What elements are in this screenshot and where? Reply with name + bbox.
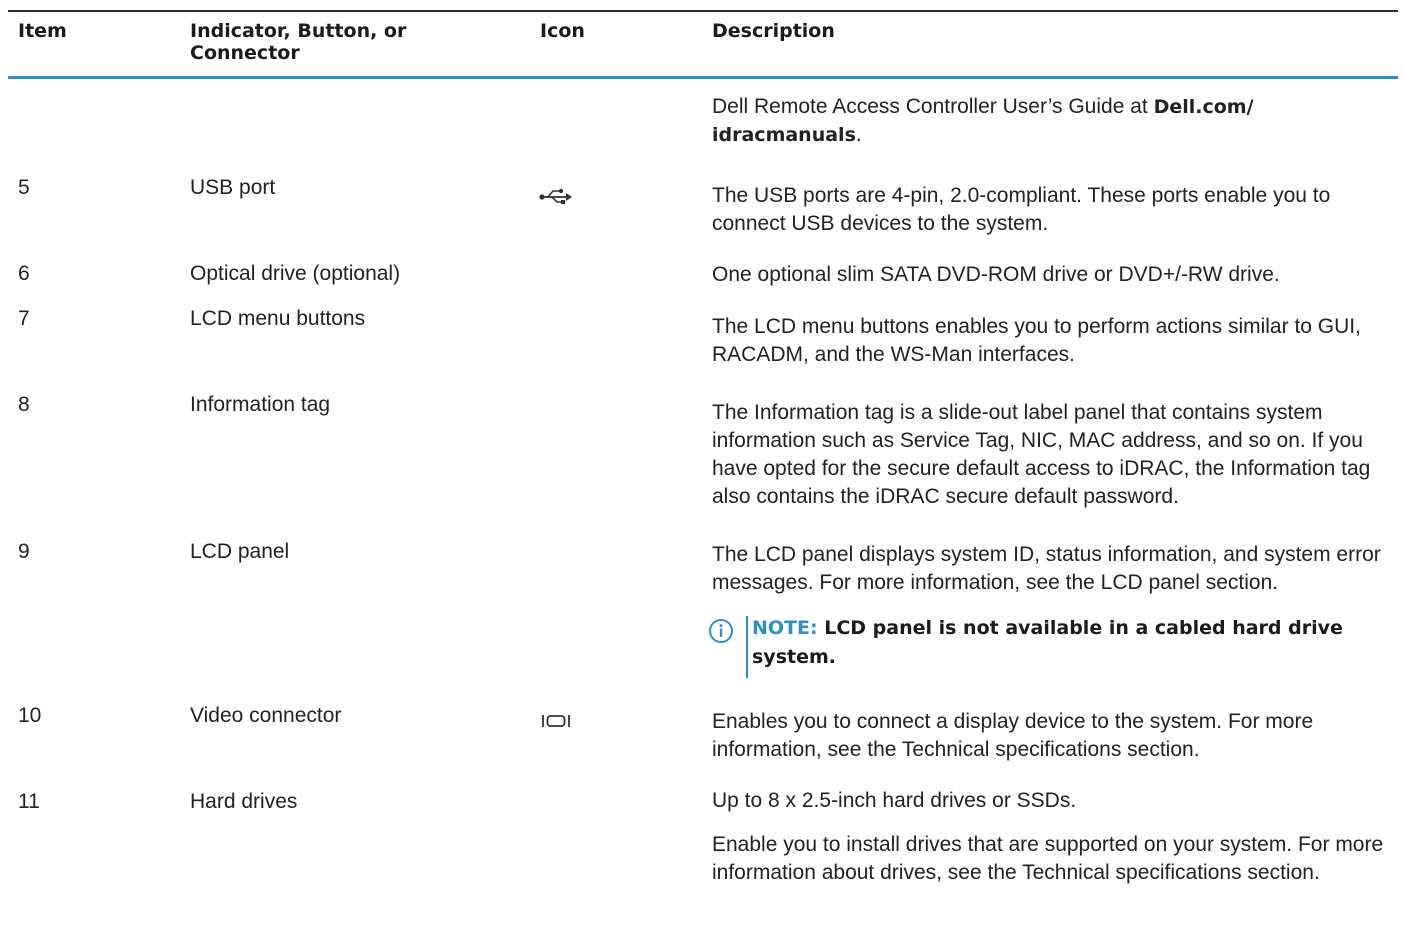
row-component-name: Hard drives bbox=[190, 790, 298, 813]
row-description: The LCD panel displays system ID, status… bbox=[712, 543, 1381, 594]
video-connector-icon bbox=[541, 712, 571, 735]
row-description: The LCD menu buttons enables you to perf… bbox=[712, 315, 1361, 366]
row-component-name: LCD menu buttons bbox=[190, 307, 366, 330]
column-header-icon: Icon bbox=[540, 20, 585, 42]
note-label: NOTE: bbox=[752, 617, 818, 639]
row-item-number: 6 bbox=[18, 262, 30, 285]
row-item-number: 5 bbox=[18, 176, 30, 199]
row-component-name: LCD panel bbox=[190, 540, 290, 563]
row-item-number: 10 bbox=[18, 704, 42, 727]
row-component-name: Video connector bbox=[190, 704, 342, 727]
continuation-description: Dell Remote Access Controller User’s Gui… bbox=[712, 95, 1254, 146]
row-item-number: 11 bbox=[18, 790, 40, 813]
row-description: Enable you to install drives that are su… bbox=[712, 833, 1384, 884]
note-bar bbox=[746, 616, 748, 678]
note-text: NOTE: LCD panel is not available in a ca… bbox=[752, 617, 1343, 668]
row-description: The USB ports are 4-pin, 2.0-compliant. … bbox=[712, 184, 1331, 235]
column-header-description: Description bbox=[712, 20, 835, 42]
row-item-number: 8 bbox=[18, 393, 30, 416]
row-description: The Information tag is a slide-out label… bbox=[712, 401, 1371, 508]
table-header-rule bbox=[8, 76, 1398, 79]
row-item-number: 7 bbox=[18, 307, 30, 330]
row-component-name: Information tag bbox=[190, 393, 331, 416]
table-top-rule bbox=[8, 10, 1398, 12]
column-header-item: Item bbox=[18, 20, 67, 42]
row-description: Enables you to connect a display device … bbox=[712, 710, 1314, 761]
note-callout: NOTE: LCD panel is not available in a ca… bbox=[708, 614, 1388, 678]
row-description: One optional slim SATA DVD-ROM drive or … bbox=[712, 263, 1280, 286]
row-component-name: Optical drive (optional) bbox=[190, 262, 401, 285]
usb-icon bbox=[539, 186, 573, 211]
info-icon bbox=[709, 619, 733, 643]
column-header-indicator: Indicator, Button, or Connector bbox=[190, 20, 407, 64]
row-component-name: USB port bbox=[190, 176, 276, 199]
row-description: Up to 8 x 2.5-inch hard drives or SSDs. bbox=[712, 789, 1077, 812]
row-item-number: 9 bbox=[18, 540, 30, 563]
